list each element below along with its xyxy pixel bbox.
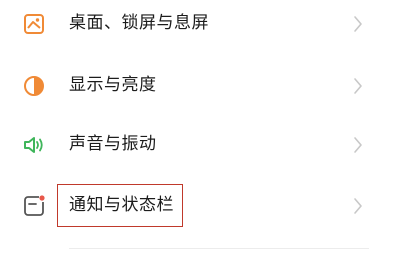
chevron-right-icon [354, 198, 362, 214]
settings-item-display-brightness[interactable]: 显示与亮度 [0, 58, 399, 114]
settings-item-desktop-lockscreen[interactable]: 桌面、锁屏与息屏 [0, 0, 399, 52]
wallpaper-icon [24, 14, 44, 34]
notification-icon [24, 195, 45, 216]
settings-item-label: 声音与振动 [69, 134, 157, 154]
chevron-right-icon [354, 78, 362, 94]
brightness-icon [24, 76, 44, 96]
settings-item-label: 桌面、锁屏与息屏 [69, 13, 209, 33]
chevron-right-icon [354, 16, 362, 32]
speaker-icon [24, 137, 43, 153]
settings-item-label: 显示与亮度 [69, 75, 157, 95]
highlight-box [57, 184, 183, 227]
divider [69, 248, 369, 249]
chevron-right-icon [354, 137, 362, 153]
settings-item-sound-vibration[interactable]: 声音与振动 [0, 117, 399, 173]
